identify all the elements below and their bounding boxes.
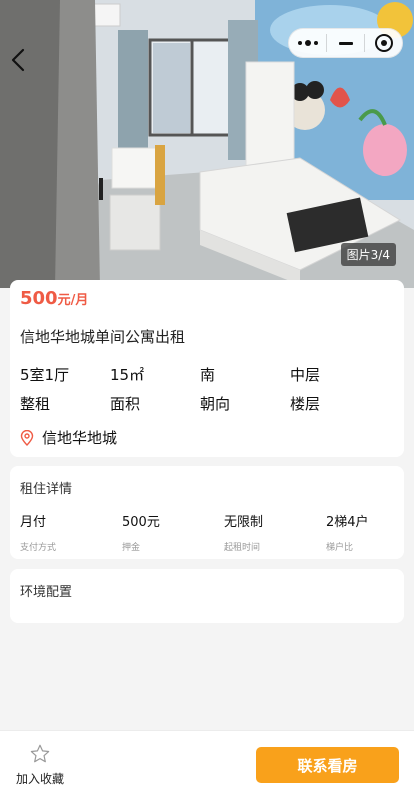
rent-value: 2梯4户 xyxy=(326,515,369,530)
environment-card: 环境配置 xyxy=(10,569,404,623)
rent-value: 月付 xyxy=(20,515,47,530)
listing-summary-card: 500元/月 信地华地城单间公寓出租 5室1厅 整租 15㎡ 面积 南 朝向 中… xyxy=(10,280,404,457)
spec-orientation: 南 朝向 xyxy=(200,364,290,414)
location-link[interactable]: 信地华地城 xyxy=(20,427,117,448)
bottom-action-bar: 加入收藏 联系看房 xyxy=(0,730,414,796)
rent-value: 无限制 xyxy=(224,515,264,530)
location-text: 信地华地城 xyxy=(42,429,118,447)
spec-value: 15㎡ xyxy=(110,366,145,384)
listing-title: 信地华地城单间公寓出租 xyxy=(20,328,186,346)
spec-label: 整租 xyxy=(20,395,51,413)
location-pin-icon xyxy=(20,429,34,446)
rent-details-card: 租住详情 月付 支付方式 500元 押金 无限制 起租时间 2梯4户 梯户比 xyxy=(10,466,404,559)
rent-item-elevator: 2梯4户 梯户比 xyxy=(326,511,369,553)
spec-label: 朝向 xyxy=(200,395,231,413)
spec-label: 楼层 xyxy=(290,395,321,413)
spec-label: 面积 xyxy=(110,395,141,413)
spec-layout: 5室1厅 整租 xyxy=(20,364,110,414)
rent-label: 押金 xyxy=(122,543,141,553)
mini-program-capsule xyxy=(288,28,403,58)
price-unit: 元/月 xyxy=(57,293,89,308)
price-amount: 500 xyxy=(20,288,58,309)
spec-floor: 中层 楼层 xyxy=(290,364,380,414)
chevron-left-icon xyxy=(11,48,25,72)
more-button[interactable] xyxy=(289,29,326,57)
rent-item-payment: 月付 支付方式 xyxy=(20,511,56,553)
spec-value: 中层 xyxy=(290,366,321,384)
target-close-icon xyxy=(374,34,393,52)
contact-viewing-button[interactable]: 联系看房 xyxy=(256,747,399,783)
rent-label: 起租时间 xyxy=(224,543,261,553)
rent-item-start: 无限制 起租时间 xyxy=(224,511,263,553)
spec-value: 5室1厅 xyxy=(20,366,70,384)
photo-counter: 图片3/4 xyxy=(340,243,396,266)
rent-details-title: 租住详情 xyxy=(20,482,73,497)
price: 500元/月 xyxy=(20,288,88,309)
rent-label: 支付方式 xyxy=(20,543,57,553)
rent-item-deposit: 500元 押金 xyxy=(122,511,160,553)
more-dots-icon xyxy=(297,40,318,46)
minimize-icon xyxy=(338,41,353,45)
back-button[interactable] xyxy=(10,48,38,80)
room-photo[interactable]: 图片3/4 xyxy=(0,0,414,288)
favorite-label: 加入收藏 xyxy=(15,772,64,786)
rent-value: 500元 xyxy=(122,515,160,530)
star-outline-icon xyxy=(30,744,50,763)
rent-label: 梯户比 xyxy=(326,543,354,553)
minimize-button[interactable] xyxy=(327,29,364,57)
environment-title: 环境配置 xyxy=(20,585,73,600)
spec-area: 15㎡ 面积 xyxy=(110,364,200,414)
add-favorite-button[interactable]: 加入收藏 xyxy=(12,743,68,787)
spec-value: 南 xyxy=(200,366,216,384)
close-button[interactable] xyxy=(365,29,402,57)
